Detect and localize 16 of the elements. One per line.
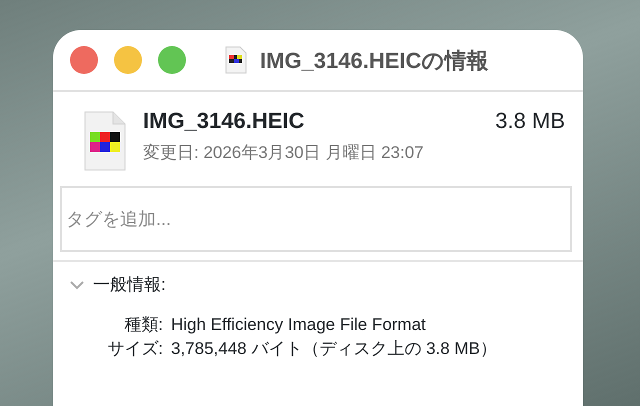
field-value: High Efficiency Image File Format — [171, 314, 427, 335]
file-size: 3.8 MB — [495, 108, 565, 134]
window-title: IMG_3146.HEICの情報 — [260, 46, 488, 74]
chevron-icon[interactable] — [69, 280, 85, 290]
close-button[interactable] — [70, 46, 98, 74]
minimize-button[interactable] — [114, 46, 142, 74]
field-label: 種類: — [123, 314, 163, 335]
modified-date: 変更日: 2026年3月30日 月曜日 23:07 — [143, 142, 425, 164]
field-value: 3,785,448 バイト（ディスク上の 3.8 MB） — [171, 338, 498, 359]
tags-field[interactable]: タグを追加... — [60, 186, 572, 252]
zoom-button[interactable] — [158, 46, 186, 74]
field-label: サイズ: — [106, 338, 163, 359]
section-title: 一般情報: — [93, 274, 166, 296]
file-name: IMG_3146.HEIC — [143, 108, 304, 134]
image-file-icon — [224, 46, 248, 74]
image-file-icon — [83, 110, 127, 172]
